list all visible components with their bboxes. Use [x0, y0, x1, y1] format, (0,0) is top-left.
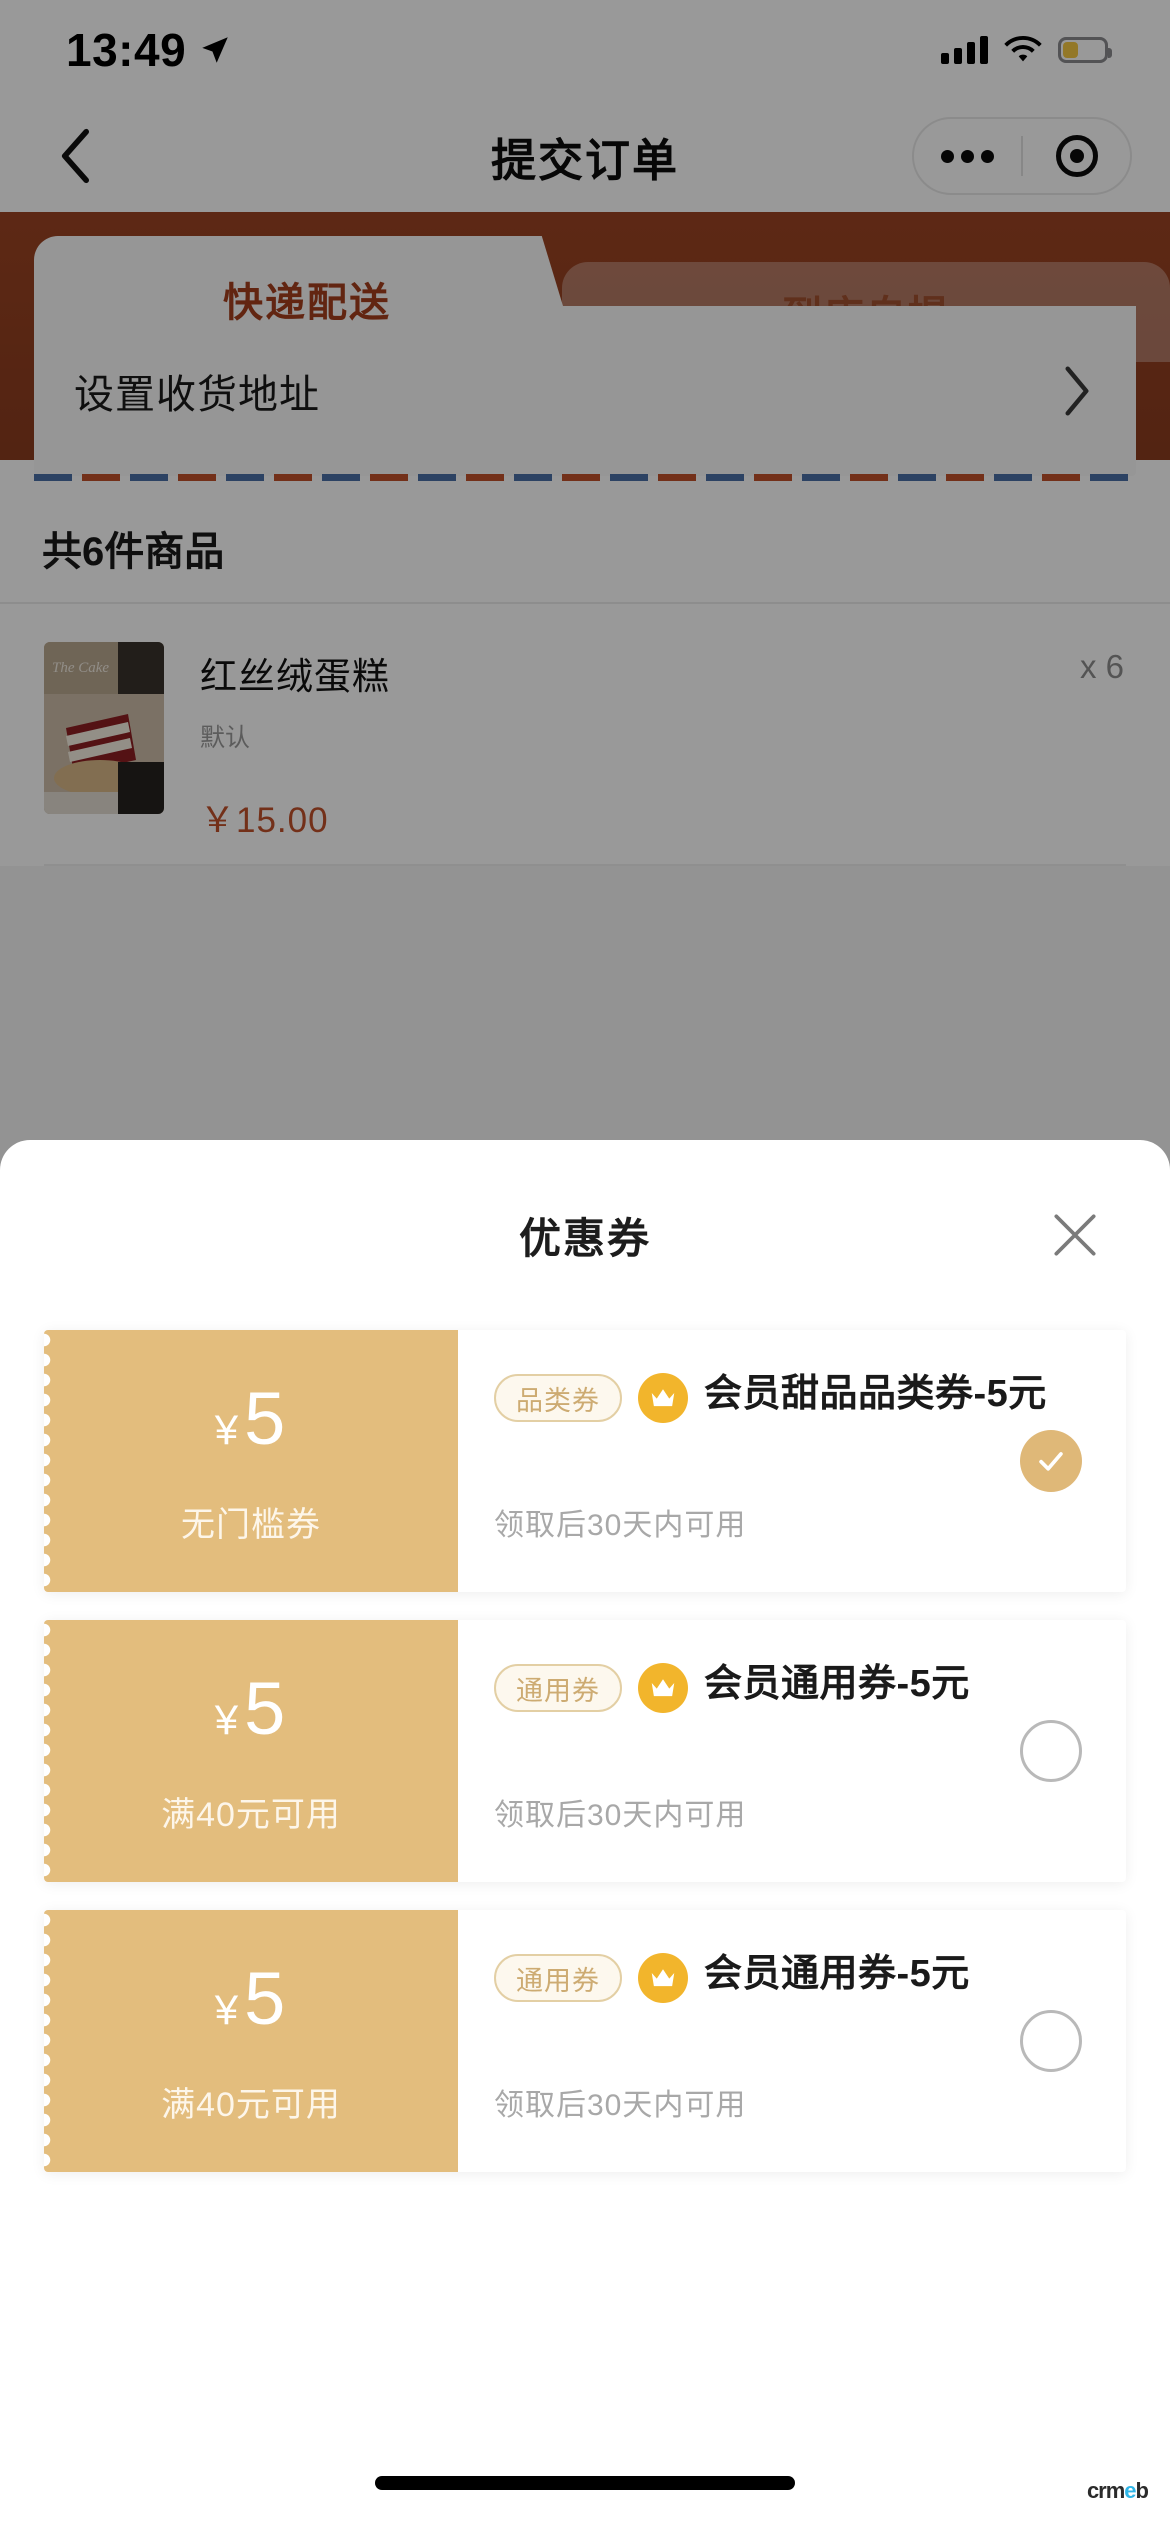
coupon-select-radio[interactable]	[1020, 1720, 1082, 1782]
coupon-condition: 满40元可用	[161, 1796, 341, 1834]
coupon-body: 品类券 会员甜品品类券-5元 领取后30天内可用	[458, 1330, 1126, 1592]
close-sheet-button[interactable]	[1042, 1202, 1108, 1268]
coupon-validity: 领取后30天内可用	[494, 1799, 747, 1832]
close-x-icon	[1054, 1214, 1096, 1256]
watermark-accent: e	[1124, 2478, 1136, 2503]
coupon-sheet: 优惠券 ¥ 5 无门槛券 品类券 会员甜品品类券-5元 领取后30天内可用 ¥ …	[0, 1140, 1170, 2532]
coupon-validity: 领取后30天内可用	[494, 2089, 747, 2122]
coupon-type-badge: 品类券	[494, 1374, 622, 1422]
coupon-currency: ¥	[214, 1696, 241, 1743]
coupon-header-row: 通用券 会员通用券-5元	[494, 1660, 1086, 1713]
coupon-condition: 无门槛券	[181, 1506, 321, 1544]
coupon-body: 通用券 会员通用券-5元 领取后30天内可用	[458, 1910, 1126, 2172]
coupon-currency: ¥	[214, 1406, 241, 1453]
coupon-validity: 领取后30天内可用	[494, 1509, 747, 1542]
coupon-header-row: 通用券 会员通用券-5元	[494, 1950, 1086, 2003]
coupon-title: 会员甜品品类券-5元	[704, 1373, 1047, 1415]
coupon-amount: 5	[244, 1377, 288, 1460]
coupon-amount: 5	[244, 1957, 288, 2040]
crown-icon	[638, 1373, 688, 1423]
coupon-title: 会员通用券-5元	[704, 1953, 970, 1995]
coupon-amount-group: ¥ 5	[215, 1376, 288, 1461]
coupon-sheet-header: 优惠券	[0, 1140, 1170, 1330]
home-indicator	[375, 2476, 795, 2490]
watermark-prefix: crm	[1086, 2478, 1125, 2503]
watermark-suffix: b	[1135, 2478, 1149, 2503]
coupon-list: ¥ 5 无门槛券 品类券 会员甜品品类券-5元 领取后30天内可用 ¥ 5 满4…	[0, 1330, 1170, 2172]
coupon-card[interactable]: ¥ 5 无门槛券 品类券 会员甜品品类券-5元 领取后30天内可用	[44, 1330, 1126, 1592]
coupon-card[interactable]: ¥ 5 满40元可用 通用券 会员通用券-5元 领取后30天内可用	[44, 1910, 1126, 2172]
coupon-select-radio-selected[interactable]	[1020, 1430, 1082, 1492]
coupon-amount-group: ¥ 5	[215, 1956, 288, 2041]
coupon-amount: 5	[244, 1667, 288, 1750]
coupon-type-badge: 通用券	[494, 1954, 622, 2002]
coupon-stub: ¥ 5 满40元可用	[44, 1910, 458, 2172]
coupon-stub: ¥ 5 满40元可用	[44, 1620, 458, 1882]
coupon-title: 会员通用券-5元	[704, 1663, 970, 1705]
coupon-currency: ¥	[214, 1986, 241, 2033]
coupon-card[interactable]: ¥ 5 满40元可用 通用券 会员通用券-5元 领取后30天内可用	[44, 1620, 1126, 1882]
coupon-condition: 满40元可用	[161, 2086, 341, 2124]
coupon-stub: ¥ 5 无门槛券	[44, 1330, 458, 1592]
coupon-header-row: 品类券 会员甜品品类券-5元	[494, 1370, 1086, 1423]
coupon-type-badge: 通用券	[494, 1664, 622, 1712]
coupon-amount-group: ¥ 5	[215, 1666, 288, 1751]
phone-screen: 13:49 提交订单 快递配送 设置收货地址 共6件商品 The Cake 红丝…	[0, 0, 1170, 2532]
crown-icon	[638, 1953, 688, 2003]
coupon-sheet-title: 优惠券	[518, 1214, 651, 1262]
watermark: crmeb	[1086, 2478, 1149, 2504]
coupon-select-radio[interactable]	[1020, 2010, 1082, 2072]
check-icon	[1039, 1452, 1063, 1471]
crown-icon	[638, 1663, 688, 1713]
coupon-body: 通用券 会员通用券-5元 领取后30天内可用	[458, 1620, 1126, 1882]
